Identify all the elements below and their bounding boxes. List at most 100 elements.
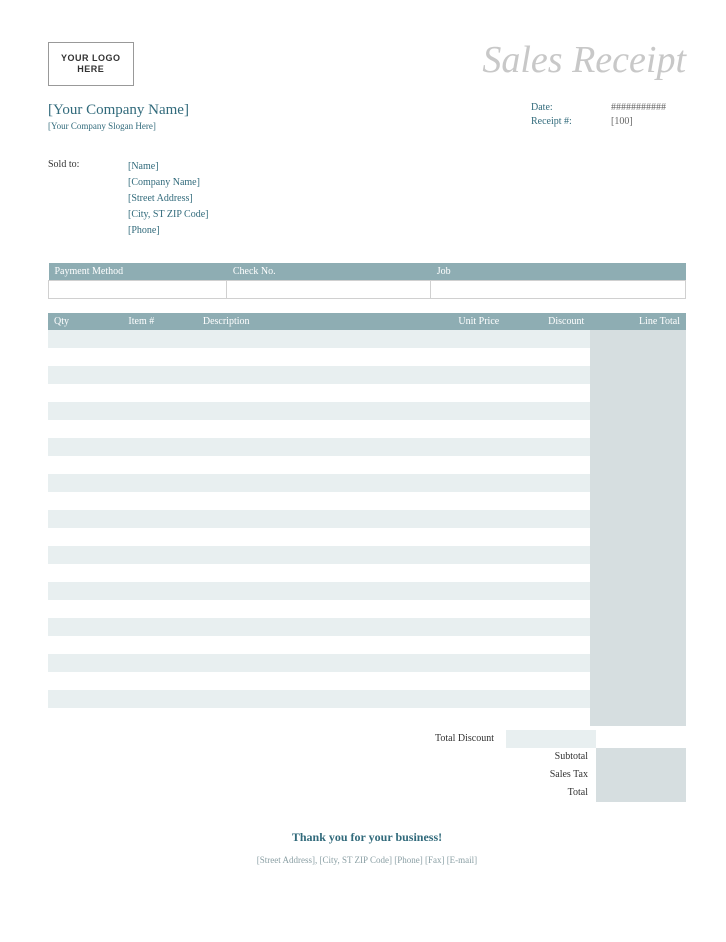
table-row[interactable] bbox=[48, 618, 686, 636]
cell-unit[interactable] bbox=[420, 636, 505, 654]
cell-item[interactable] bbox=[122, 654, 196, 672]
cell-qty[interactable] bbox=[48, 492, 122, 510]
cell-disc[interactable] bbox=[505, 474, 590, 492]
cell-desc[interactable] bbox=[197, 384, 420, 402]
cell-line[interactable] bbox=[590, 654, 686, 672]
cell-unit[interactable] bbox=[420, 528, 505, 546]
cell-line[interactable] bbox=[590, 618, 686, 636]
cell-qty[interactable] bbox=[48, 384, 122, 402]
table-row[interactable] bbox=[48, 348, 686, 366]
table-row[interactable] bbox=[48, 582, 686, 600]
cell-desc[interactable] bbox=[197, 330, 420, 348]
table-row[interactable] bbox=[48, 690, 686, 708]
cell-unit[interactable] bbox=[420, 564, 505, 582]
cell-item[interactable] bbox=[122, 636, 196, 654]
cell-qty[interactable] bbox=[48, 690, 122, 708]
cell-disc[interactable] bbox=[505, 330, 590, 348]
cell-desc[interactable] bbox=[197, 582, 420, 600]
cell-qty[interactable] bbox=[48, 330, 122, 348]
cell-qty[interactable] bbox=[48, 618, 122, 636]
table-row[interactable] bbox=[48, 402, 686, 420]
cell-desc[interactable] bbox=[197, 510, 420, 528]
payment-row[interactable] bbox=[49, 280, 686, 298]
cell-desc[interactable] bbox=[197, 654, 420, 672]
cell-line[interactable] bbox=[590, 546, 686, 564]
cell-unit[interactable] bbox=[420, 582, 505, 600]
cell-item[interactable] bbox=[122, 600, 196, 618]
table-row[interactable] bbox=[48, 366, 686, 384]
cell-qty[interactable] bbox=[48, 672, 122, 690]
cell-item[interactable] bbox=[122, 528, 196, 546]
table-row[interactable] bbox=[48, 384, 686, 402]
cell-unit[interactable] bbox=[420, 654, 505, 672]
cell-desc[interactable] bbox=[197, 528, 420, 546]
cell-disc[interactable] bbox=[505, 384, 590, 402]
cell-line[interactable] bbox=[590, 564, 686, 582]
cell-line[interactable] bbox=[590, 600, 686, 618]
cell-unit[interactable] bbox=[420, 708, 505, 726]
cell-line[interactable] bbox=[590, 636, 686, 654]
cell-desc[interactable] bbox=[197, 420, 420, 438]
cell-qty[interactable] bbox=[48, 420, 122, 438]
cell-unit[interactable] bbox=[420, 474, 505, 492]
cell-qty[interactable] bbox=[48, 708, 122, 726]
table-row[interactable] bbox=[48, 420, 686, 438]
cell-unit[interactable] bbox=[420, 546, 505, 564]
cell-item[interactable] bbox=[122, 672, 196, 690]
cell-unit[interactable] bbox=[420, 690, 505, 708]
cell-item[interactable] bbox=[122, 456, 196, 474]
cell-disc[interactable] bbox=[505, 366, 590, 384]
cell-unit[interactable] bbox=[420, 384, 505, 402]
cell-line[interactable] bbox=[590, 384, 686, 402]
table-row[interactable] bbox=[48, 528, 686, 546]
cell-unit[interactable] bbox=[420, 438, 505, 456]
cell-item[interactable] bbox=[122, 690, 196, 708]
cell-qty[interactable] bbox=[48, 564, 122, 582]
table-row[interactable] bbox=[48, 672, 686, 690]
cell-item[interactable] bbox=[122, 384, 196, 402]
cell-line[interactable] bbox=[590, 474, 686, 492]
cell-disc[interactable] bbox=[505, 402, 590, 420]
cell-qty[interactable] bbox=[48, 600, 122, 618]
cell-unit[interactable] bbox=[420, 672, 505, 690]
cell-qty[interactable] bbox=[48, 636, 122, 654]
check-no-cell[interactable] bbox=[227, 280, 431, 298]
cell-line[interactable] bbox=[590, 528, 686, 546]
cell-disc[interactable] bbox=[505, 654, 590, 672]
cell-desc[interactable] bbox=[197, 402, 420, 420]
cell-desc[interactable] bbox=[197, 474, 420, 492]
cell-line[interactable] bbox=[590, 348, 686, 366]
cell-qty[interactable] bbox=[48, 438, 122, 456]
cell-line[interactable] bbox=[590, 456, 686, 474]
cell-item[interactable] bbox=[122, 438, 196, 456]
cell-qty[interactable] bbox=[48, 348, 122, 366]
cell-qty[interactable] bbox=[48, 456, 122, 474]
cell-line[interactable] bbox=[590, 402, 686, 420]
cell-item[interactable] bbox=[122, 420, 196, 438]
cell-disc[interactable] bbox=[505, 708, 590, 726]
cell-item[interactable] bbox=[122, 564, 196, 582]
cell-unit[interactable] bbox=[420, 420, 505, 438]
cell-desc[interactable] bbox=[197, 366, 420, 384]
cell-disc[interactable] bbox=[505, 564, 590, 582]
cell-line[interactable] bbox=[590, 492, 686, 510]
cell-desc[interactable] bbox=[197, 636, 420, 654]
cell-item[interactable] bbox=[122, 474, 196, 492]
cell-desc[interactable] bbox=[197, 456, 420, 474]
cell-desc[interactable] bbox=[197, 546, 420, 564]
cell-unit[interactable] bbox=[420, 510, 505, 528]
cell-qty[interactable] bbox=[48, 546, 122, 564]
cell-line[interactable] bbox=[590, 366, 686, 384]
job-cell[interactable] bbox=[431, 280, 686, 298]
cell-disc[interactable] bbox=[505, 636, 590, 654]
table-row[interactable] bbox=[48, 330, 686, 348]
cell-disc[interactable] bbox=[505, 348, 590, 366]
cell-desc[interactable] bbox=[197, 564, 420, 582]
table-row[interactable] bbox=[48, 456, 686, 474]
cell-disc[interactable] bbox=[505, 438, 590, 456]
cell-disc[interactable] bbox=[505, 492, 590, 510]
cell-qty[interactable] bbox=[48, 402, 122, 420]
cell-item[interactable] bbox=[122, 546, 196, 564]
cell-unit[interactable] bbox=[420, 348, 505, 366]
cell-disc[interactable] bbox=[505, 420, 590, 438]
